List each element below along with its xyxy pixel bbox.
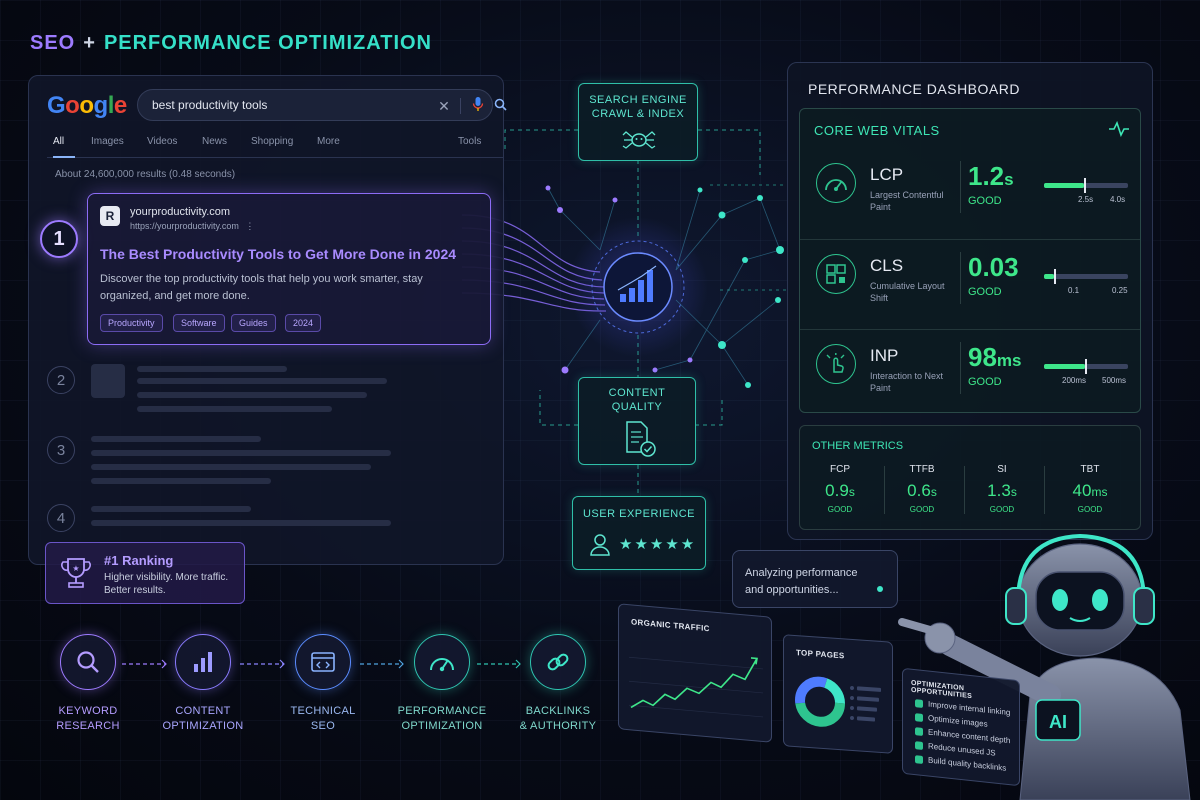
optimization-opportunities-card: OPTIMIZATION OPPORTUNITIES Improve inter… [902,667,1020,787]
top-pages-donut [795,676,881,727]
workflow-circle [414,634,470,690]
robot-ai-badge: AI [1049,712,1067,732]
top-pages-card: TOP PAGES [783,634,893,754]
workflow-label: KEYWORD RESEARCH [56,705,120,732]
workflow-circle [175,634,231,690]
code-window-icon [311,652,335,672]
workflow-label: TECHNICAL SEO [290,705,356,732]
check-icon [915,727,923,736]
workflow-step-backlinks-authority: BACKLINKS & AUTHORITY [498,634,618,734]
opportunity-item: Optimize images [915,712,988,729]
workflow-circle [60,634,116,690]
workflow-circle [530,634,586,690]
workflow-label: PERFORMANCE OPTIMIZATION [397,705,487,732]
workflow-step-performance-optimization: PERFORMANCE OPTIMIZATION [382,634,502,734]
speech-text: Analyzing performance and opportunities.… [745,567,858,596]
workflow-label: BACKLINKS & AUTHORITY [519,705,597,732]
top-pages-title: TOP PAGES [796,648,845,661]
workflow-step-keyword-research: KEYWORD RESEARCH [28,634,148,734]
robot-speech-bubble: Analyzing performance and opportunities.… [732,550,898,608]
check-icon [915,755,923,764]
workflow-step-technical-seo: TECHNICAL SEO [263,634,383,734]
workflow-step-content-optimization: CONTENT OPTIMIZATION [143,634,263,734]
speedometer-icon [430,658,454,672]
organic-traffic-chart [629,656,763,718]
bar-chart-icon [194,652,212,672]
organic-traffic-card: ORGANIC TRAFFIC [618,603,772,743]
link-icon [547,653,569,671]
workflow-circle [295,634,351,690]
check-icon [915,699,923,708]
check-icon [915,713,923,722]
organic-traffic-title: ORGANIC TRAFFIC [631,617,710,634]
search-icon [77,651,99,673]
workflow-label: CONTENT OPTIMIZATION [162,705,244,732]
check-icon [915,741,923,750]
